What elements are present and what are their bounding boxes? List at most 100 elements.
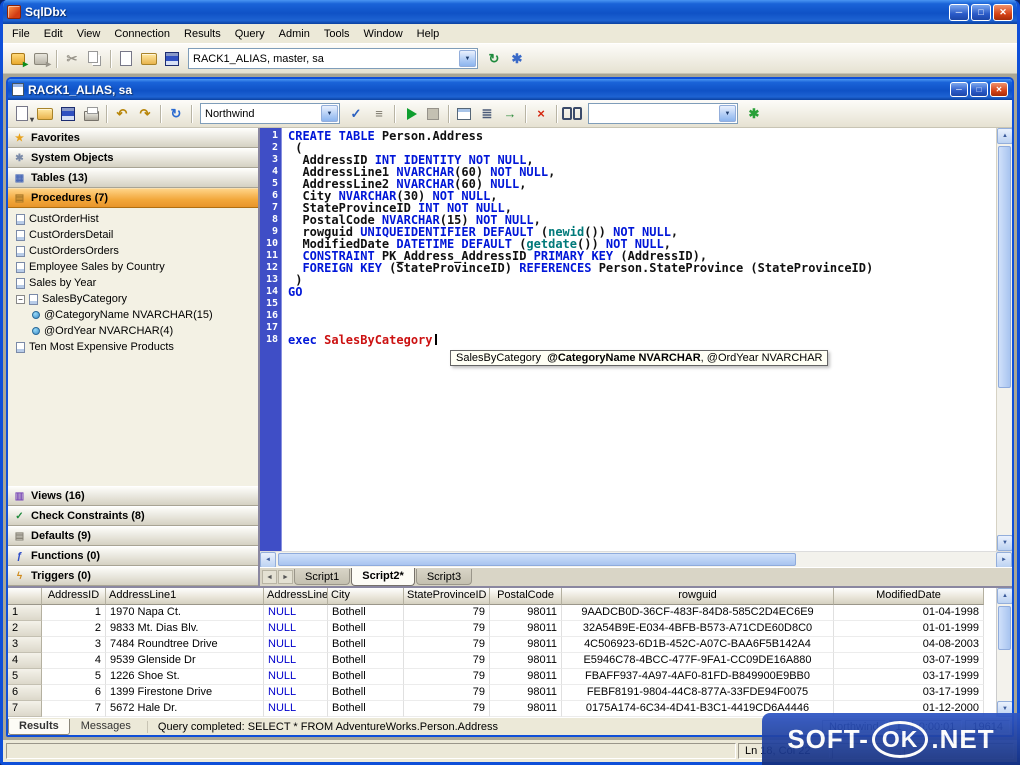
close-button[interactable]: ✕ bbox=[993, 4, 1013, 21]
tree-item[interactable]: Ten Most Expensive Products bbox=[8, 339, 258, 355]
menu-file[interactable]: File bbox=[5, 25, 37, 43]
row-number-cell[interactable]: 3 bbox=[8, 637, 42, 653]
print-icon[interactable] bbox=[80, 103, 102, 125]
new-script-icon[interactable] bbox=[115, 48, 137, 70]
highlight-icon[interactable]: ✱ bbox=[743, 103, 765, 125]
section-procedures[interactable]: ▤Procedures (7) bbox=[8, 188, 258, 208]
undo-icon[interactable]: ↶ bbox=[111, 103, 133, 125]
maximize-button[interactable]: □ bbox=[971, 4, 991, 21]
export-icon[interactable]: → bbox=[499, 103, 521, 125]
tree-item[interactable]: Sales by Year bbox=[8, 275, 258, 291]
collapse-icon[interactable]: − bbox=[16, 295, 25, 304]
connection-combobox[interactable]: RACK1_ALIAS, master, sa ▼ bbox=[188, 48, 478, 69]
row-number-cell[interactable]: 4 bbox=[8, 653, 42, 669]
refresh-icon[interactable]: ↻ bbox=[165, 103, 187, 125]
menu-help[interactable]: Help bbox=[410, 25, 447, 43]
find-combobox[interactable]: ▼ bbox=[588, 103, 738, 124]
section-tables[interactable]: ▦Tables (13) bbox=[8, 168, 258, 188]
main-titlebar[interactable]: SqlDbx ─ □ ✕ bbox=[3, 0, 1017, 24]
scroll-up-icon[interactable]: ▲ bbox=[997, 128, 1013, 144]
tree-item[interactable]: CustOrderHist bbox=[8, 211, 258, 227]
scroll-thumb[interactable] bbox=[998, 606, 1011, 650]
tree-item[interactable]: @CategoryName NVARCHAR(15) bbox=[8, 307, 258, 323]
save-icon[interactable] bbox=[57, 103, 79, 125]
tab-results[interactable]: Results bbox=[8, 719, 70, 735]
menu-window[interactable]: Window bbox=[357, 25, 410, 43]
section-triggers[interactable]: ϟTriggers (0) bbox=[8, 566, 258, 586]
scroll-up-icon[interactable]: ▲ bbox=[997, 588, 1013, 604]
copy-icon[interactable] bbox=[84, 48, 106, 70]
row-number-cell[interactable]: 6 bbox=[8, 685, 42, 701]
section-check-constraints[interactable]: ✓Check Constraints (8) bbox=[8, 506, 258, 526]
disconnect-icon[interactable] bbox=[30, 48, 52, 70]
dropdown-arrow-icon[interactable]: ▼ bbox=[719, 105, 736, 122]
tab-script1[interactable]: Script1 bbox=[294, 569, 350, 585]
scroll-track[interactable] bbox=[997, 604, 1012, 701]
table-row[interactable]: 337484 Roundtree DriveNULLBothell7998011… bbox=[8, 637, 996, 653]
column-header-addressid[interactable]: AddressID bbox=[42, 588, 106, 605]
format-icon[interactable]: ≡ bbox=[368, 103, 390, 125]
row-number-cell[interactable]: 7 bbox=[8, 701, 42, 717]
menu-view[interactable]: View bbox=[70, 25, 108, 43]
row-number-cell[interactable]: 2 bbox=[8, 621, 42, 637]
menu-results[interactable]: Results bbox=[177, 25, 228, 43]
options-icon[interactable]: ✱ bbox=[506, 48, 528, 70]
parse-icon[interactable]: ✓ bbox=[345, 103, 367, 125]
cut-icon[interactable]: ✂ bbox=[61, 48, 83, 70]
menu-tools[interactable]: Tools bbox=[317, 25, 357, 43]
column-header-postalcode[interactable]: PostalCode bbox=[490, 588, 562, 605]
section-functions[interactable]: ƒFunctions (0) bbox=[8, 546, 258, 566]
open-file-icon[interactable] bbox=[138, 48, 160, 70]
column-header-modifieddate[interactable]: ModifiedDate bbox=[834, 588, 984, 605]
section-defaults[interactable]: ▤Defaults (9) bbox=[8, 526, 258, 546]
column-header-rowguid[interactable]: rowguid bbox=[562, 588, 834, 605]
table-row[interactable]: 449539 Glenside DrNULLBothell7998011E594… bbox=[8, 653, 996, 669]
tab-scroll-left-icon[interactable]: ◄ bbox=[262, 570, 277, 584]
column-header-addressline2[interactable]: AddressLine2 bbox=[264, 588, 328, 605]
table-row[interactable]: 111970 Napa Ct.NULLBothell79980119AADCB0… bbox=[8, 605, 996, 621]
editor-vertical-scrollbar[interactable]: ▲ ▼ bbox=[996, 128, 1012, 551]
new-connection-icon[interactable] bbox=[7, 48, 29, 70]
grid-corner-cell[interactable] bbox=[8, 588, 42, 605]
child-minimize-button[interactable]: ─ bbox=[950, 82, 968, 97]
redo-icon[interactable]: ↷ bbox=[134, 103, 156, 125]
row-number-cell[interactable]: 1 bbox=[8, 605, 42, 621]
scroll-track[interactable] bbox=[997, 144, 1012, 535]
results-vertical-scrollbar[interactable]: ▲ ▼ bbox=[996, 588, 1012, 717]
find-icon[interactable] bbox=[561, 103, 583, 125]
results-text-icon[interactable]: ≣ bbox=[476, 103, 498, 125]
scroll-thumb[interactable] bbox=[998, 146, 1011, 388]
tree-item[interactable]: Employee Sales by Country bbox=[8, 259, 258, 275]
tab-script2[interactable]: Script2* bbox=[351, 568, 415, 586]
new-script-menu-icon[interactable] bbox=[11, 103, 33, 125]
tree-item[interactable]: CustOrdersOrders bbox=[8, 243, 258, 259]
child-close-button[interactable]: ✕ bbox=[990, 82, 1008, 97]
table-row[interactable]: 661399 Firestone DriveNULLBothell7998011… bbox=[8, 685, 996, 701]
section-system-objects[interactable]: ✱System Objects bbox=[8, 148, 258, 168]
scroll-track[interactable] bbox=[276, 552, 996, 567]
table-row[interactable]: 229833 Mt. Dias Blv.NULLBothell799801132… bbox=[8, 621, 996, 637]
save-file-icon[interactable] bbox=[161, 48, 183, 70]
results-grid-icon[interactable] bbox=[453, 103, 475, 125]
dropdown-arrow-icon[interactable]: ▼ bbox=[321, 105, 338, 122]
scroll-down-icon[interactable]: ▼ bbox=[997, 535, 1013, 551]
scroll-thumb[interactable] bbox=[278, 553, 796, 566]
tab-messages[interactable]: Messages bbox=[71, 719, 141, 734]
menu-query[interactable]: Query bbox=[228, 25, 272, 43]
refresh-objects-icon[interactable]: ↻ bbox=[483, 48, 505, 70]
table-row[interactable]: 551226 Shoe St.NULLBothell7998011FBAFF93… bbox=[8, 669, 996, 685]
dropdown-arrow-icon[interactable]: ▼ bbox=[459, 50, 476, 67]
stop-icon[interactable] bbox=[422, 103, 444, 125]
minimize-button[interactable]: ─ bbox=[949, 4, 969, 21]
execute-icon[interactable] bbox=[399, 103, 421, 125]
cancel-icon[interactable]: × bbox=[530, 103, 552, 125]
scroll-right-icon[interactable]: ► bbox=[996, 552, 1012, 568]
child-maximize-button[interactable]: □ bbox=[970, 82, 988, 97]
database-combobox[interactable]: Northwind ▼ bbox=[200, 103, 340, 124]
tree-item[interactable]: @OrdYear NVARCHAR(4) bbox=[8, 323, 258, 339]
tree-item[interactable]: CustOrdersDetail bbox=[8, 227, 258, 243]
tab-script3[interactable]: Script3 bbox=[416, 569, 472, 585]
column-header-stateprovinceid[interactable]: StateProvinceID bbox=[404, 588, 490, 605]
section-views[interactable]: ▥Views (16) bbox=[8, 486, 258, 506]
menu-admin[interactable]: Admin bbox=[272, 25, 317, 43]
